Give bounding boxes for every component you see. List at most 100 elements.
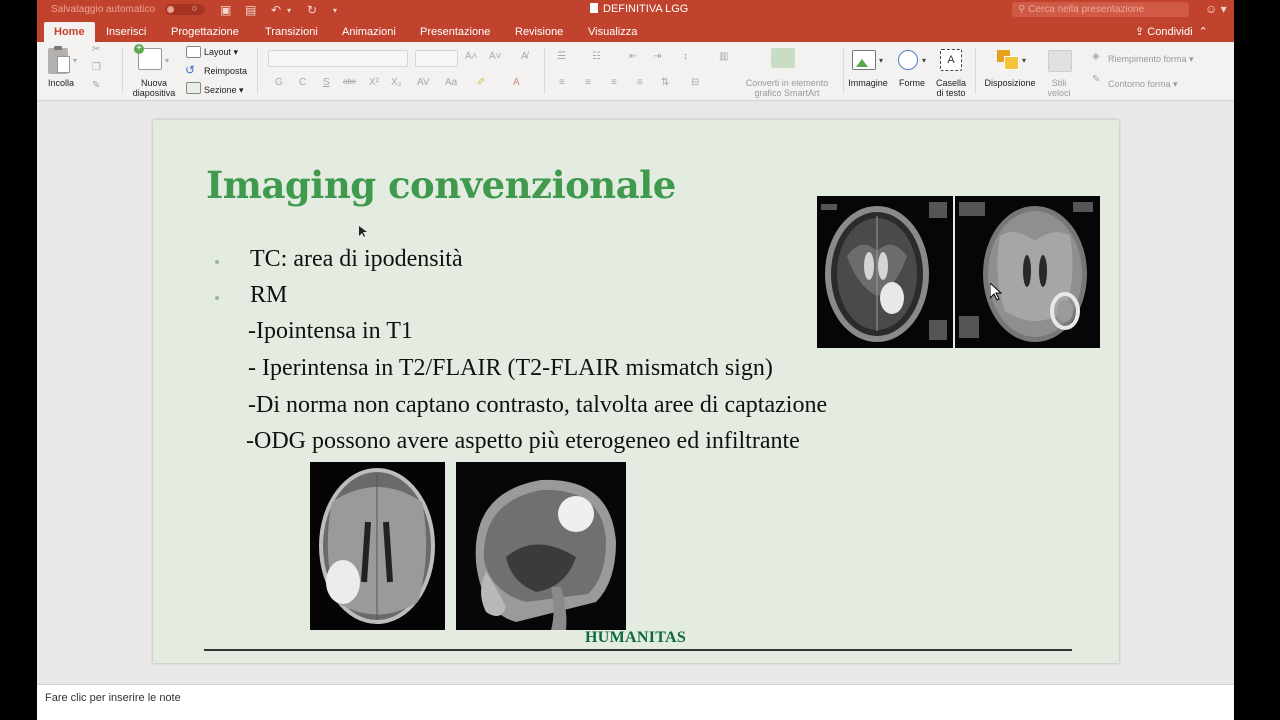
footer-divider: [204, 649, 1072, 651]
subscript-icon[interactable]: X₂: [391, 77, 402, 88]
tab-view[interactable]: Visualizza: [588, 22, 637, 42]
copy-icon[interactable]: ❐: [92, 62, 101, 73]
bullet-rm[interactable]: RM: [250, 282, 287, 309]
sub-line-t1[interactable]: -Ipointensa in T1: [248, 318, 413, 345]
shape-outline-button[interactable]: Contorno forma ▾: [1108, 79, 1178, 89]
italic-icon[interactable]: C: [299, 77, 306, 88]
powerpoint-doc-icon: [590, 3, 598, 13]
notes-pane[interactable]: Fare clic per inserire le note: [37, 684, 1234, 720]
layout-button[interactable]: Layout ▾: [204, 47, 238, 57]
document-icon[interactable]: ▣: [220, 3, 231, 17]
section-button[interactable]: Sezione ▾: [204, 85, 244, 95]
align-right-icon[interactable]: ≡: [611, 77, 617, 88]
text-direction-icon[interactable]: ⇅: [661, 77, 669, 88]
section-icon: [186, 82, 201, 94]
superscript-icon[interactable]: X²: [369, 77, 379, 88]
bullets-icon[interactable]: ☰: [557, 51, 566, 62]
layout-label: Layout: [204, 47, 232, 57]
character-spacing-icon[interactable]: AV: [417, 77, 430, 88]
decrease-indent-icon[interactable]: ⇤: [629, 51, 637, 62]
undo-dropdown-icon[interactable]: ▾: [287, 6, 291, 15]
mri-axial-flair-image[interactable]: [955, 196, 1100, 348]
tab-transitions[interactable]: Transizioni: [265, 22, 318, 42]
font-name-select[interactable]: [268, 50, 408, 67]
strikethrough-icon[interactable]: abc: [343, 77, 356, 86]
tab-home[interactable]: Home: [44, 22, 95, 42]
new-slide-dropdown-icon[interactable]: ▾: [165, 56, 169, 65]
align-center-icon[interactable]: ≡: [585, 77, 591, 88]
shapes-dropdown-icon[interactable]: ▾: [922, 56, 926, 65]
sub-line-contrast[interactable]: -Di norma non captano contrasto, talvolt…: [248, 392, 827, 419]
share-icon: ⇪: [1135, 26, 1148, 38]
window-title: DEFINITIVA LGG: [590, 3, 688, 15]
columns-icon[interactable]: ▥: [719, 51, 728, 62]
slide-canvas[interactable]: Imaging convenzionale TC: area di ipoden…: [153, 120, 1119, 663]
share-button[interactable]: ⇪ Condividi ⌃: [1135, 22, 1208, 42]
paste-label: Incolla: [47, 78, 74, 88]
image-dropdown-icon[interactable]: ▾: [879, 56, 883, 65]
shape-outline-icon: ✎: [1092, 74, 1101, 85]
format-painter-icon[interactable]: ✎: [92, 80, 100, 91]
notes-placeholder: Fare clic per inserire le note: [45, 692, 181, 704]
image-icon[interactable]: [852, 50, 876, 70]
change-case-icon[interactable]: Aa: [445, 77, 457, 88]
save-icon[interactable]: ▤: [245, 3, 256, 17]
shapes-label: Forme: [898, 78, 925, 88]
shape-fill-label: Riempimento forma: [1108, 54, 1187, 64]
undo-icon[interactable]: ↶: [271, 3, 281, 17]
title-bar: Salvataggio automatico o ▣ ▤ ↶ ▾ ↻ ▾ DEF…: [37, 0, 1234, 22]
document-title: DEFINITIVA LGG: [603, 3, 689, 15]
cut-icon[interactable]: ✂: [92, 44, 100, 55]
align-left-icon[interactable]: ≡: [559, 77, 565, 88]
tab-insert[interactable]: Inserisci: [106, 22, 146, 42]
mri-sagittal-image[interactable]: [456, 462, 626, 630]
search-box[interactable]: ⚲ Cerca nella presentazione: [1012, 2, 1189, 17]
shape-outline-label: Contorno forma: [1108, 79, 1171, 89]
font-color-icon[interactable]: A: [513, 77, 520, 88]
slide-title[interactable]: Imaging convenzionale: [206, 163, 676, 207]
mouse-pointer-icon: [359, 226, 367, 237]
highlight-icon[interactable]: ✐: [477, 77, 485, 88]
autosave-toggle[interactable]: o: [165, 3, 205, 15]
tab-design[interactable]: Progettazione: [171, 22, 239, 42]
powerpoint-window: Salvataggio automatico o ▣ ▤ ↶ ▾ ↻ ▾ DEF…: [37, 0, 1234, 720]
arrange-dropdown-icon[interactable]: ▾: [1022, 56, 1026, 65]
customize-toolbar-icon[interactable]: ▾: [333, 6, 337, 15]
numbering-icon[interactable]: ☷: [592, 51, 601, 62]
feedback-smiley-icon[interactable]: ☺ ▾: [1205, 2, 1227, 16]
sub-line-t2-flair[interactable]: - Iperintensa in T2/FLAIR (T2-FLAIR mism…: [248, 355, 773, 382]
tab-review[interactable]: Revisione: [515, 22, 563, 42]
shape-fill-button[interactable]: Riempimento forma ▾: [1108, 54, 1194, 64]
reset-button[interactable]: Reimposta: [204, 66, 247, 76]
arrange-icon[interactable]: [997, 50, 1019, 70]
underline-icon[interactable]: S: [323, 77, 330, 88]
tab-slideshow[interactable]: Presentazione: [420, 22, 490, 42]
section-label: Sezione: [204, 85, 237, 95]
clear-formatting-icon[interactable]: A̸: [521, 51, 528, 62]
font-size-select[interactable]: [415, 50, 458, 67]
paste-icon[interactable]: [48, 46, 70, 74]
bullet-ct[interactable]: TC: area di ipodensità: [250, 246, 463, 273]
increase-font-icon[interactable]: A˄: [465, 51, 478, 62]
shapes-icon[interactable]: [898, 50, 918, 70]
bullet-dot: [215, 260, 219, 264]
paste-dropdown-icon[interactable]: ▾: [73, 56, 77, 65]
textbox-icon[interactable]: A: [940, 49, 962, 71]
autosave-state: o: [191, 3, 197, 13]
new-slide-icon[interactable]: +: [134, 44, 162, 70]
align-text-icon[interactable]: ⊟: [691, 77, 699, 88]
decrease-font-icon[interactable]: A˅: [489, 51, 502, 62]
tab-animations[interactable]: Animazioni: [342, 22, 396, 42]
bold-icon[interactable]: G: [275, 77, 283, 88]
sub-line-hgg[interactable]: -ODG possono avere aspetto più eterogene…: [246, 428, 800, 455]
new-slide-label-line2: diapositiva: [132, 88, 176, 98]
quick-styles-icon[interactable]: [1048, 50, 1072, 72]
line-spacing-icon[interactable]: ↕: [683, 51, 688, 62]
justify-icon[interactable]: ≡: [637, 77, 643, 88]
increase-indent-icon[interactable]: ⇥: [653, 51, 661, 62]
mri-axial-t2-image[interactable]: [817, 196, 953, 348]
redo-icon[interactable]: ↻: [307, 3, 317, 17]
smartart-icon[interactable]: [771, 48, 795, 68]
mri-axial-flair-lesion-image[interactable]: [310, 462, 445, 630]
humanitas-footer-logo: HUMANITAS: [585, 629, 687, 646]
